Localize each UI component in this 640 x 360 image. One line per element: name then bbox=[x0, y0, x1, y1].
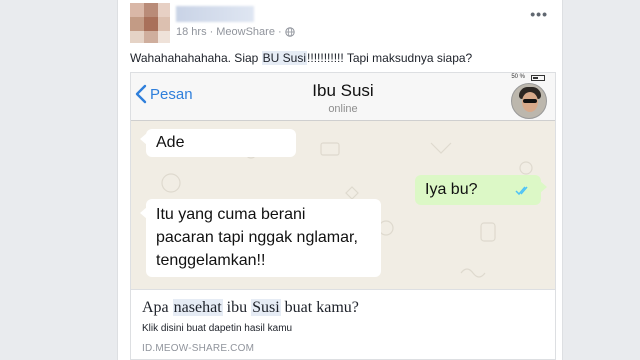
post-source[interactable]: MeowShare bbox=[216, 26, 275, 38]
message-text: Ade bbox=[156, 134, 185, 151]
globe-icon[interactable] bbox=[284, 27, 295, 37]
meta-separator: · bbox=[209, 26, 214, 38]
double-check-icon bbox=[515, 186, 528, 196]
post-text: Wahahahahahaha. Siap BU Susi!!!!!!!!!!! … bbox=[130, 51, 472, 65]
link-preview-card[interactable]: 50 % Pesan Ibu Susi online Ade Iya bu? I… bbox=[130, 72, 556, 360]
link-title[interactable]: Apa nasehat ibu Susi buat kamu? bbox=[142, 299, 359, 317]
author-avatar[interactable] bbox=[130, 3, 170, 43]
post-text-part: !!!!!!!!!!! Tapi maksudnya siapa? bbox=[307, 51, 473, 65]
outgoing-message: Iya bu? bbox=[415, 175, 547, 205]
more-options-icon[interactable]: ••• bbox=[530, 6, 548, 22]
link-description: Klik disini buat dapetin hasil kamu bbox=[142, 323, 293, 334]
link-domain: ID.MEOW-SHARE.COM bbox=[142, 343, 255, 354]
meta-separator: · bbox=[277, 26, 282, 38]
contact-name: Ibu Susi bbox=[312, 81, 374, 100]
link-title-part: ibu bbox=[222, 299, 252, 316]
link-title-part: buat kamu? bbox=[280, 299, 359, 316]
link-title-highlight: nasehat bbox=[172, 299, 223, 316]
chat-header: 50 % Pesan Ibu Susi online bbox=[131, 73, 555, 121]
post-meta: 18 hrs · MeowShare · bbox=[176, 26, 295, 38]
incoming-message: Itu yang cuma berani pacaran tapi nggak … bbox=[140, 199, 381, 277]
link-title-highlight: Susi bbox=[251, 299, 281, 316]
message-line: pacaran tapi nggak nglamar, bbox=[156, 229, 358, 246]
incoming-message: Ade bbox=[140, 129, 296, 157]
post-timestamp[interactable]: 18 hrs bbox=[176, 26, 207, 38]
contact-status: online bbox=[328, 103, 358, 115]
link-title-part: Apa bbox=[142, 299, 173, 316]
link-card-footer[interactable]: Apa nasehat ibu Susi buat kamu? Klik dis… bbox=[131, 289, 555, 359]
chat-screenshot-image: 50 % Pesan Ibu Susi online Ade Iya bu? I… bbox=[131, 73, 555, 289]
facebook-post: 18 hrs · MeowShare · ••• Wahahahahahaha.… bbox=[117, 0, 563, 360]
message-text: Iya bu? bbox=[425, 181, 478, 198]
author-name-redacted[interactable] bbox=[176, 6, 254, 22]
message-line: Itu yang cuma berani bbox=[156, 206, 306, 223]
post-text-part: Wahahahahahaha. Siap bbox=[130, 51, 262, 65]
message-line: tenggelamkan!! bbox=[156, 252, 266, 269]
contact-avatar bbox=[511, 83, 547, 119]
battery-percentage: 50 % bbox=[511, 74, 525, 80]
post-text-highlight: BU Susi bbox=[261, 51, 308, 65]
